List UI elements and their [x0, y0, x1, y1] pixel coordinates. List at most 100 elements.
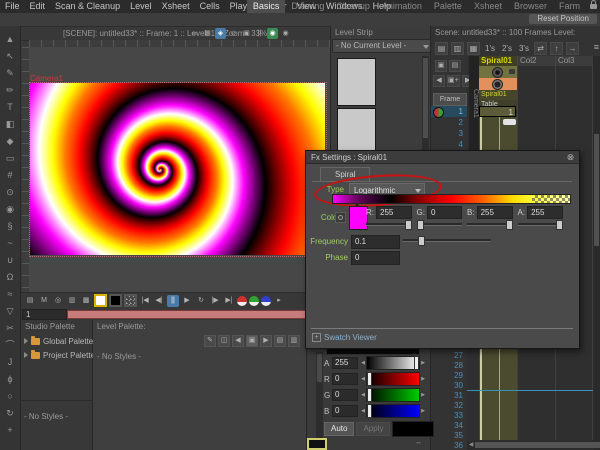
geometric-tool[interactable]: ✏ [3, 83, 18, 98]
style-arrows-icon[interactable]: ↔ [415, 439, 422, 446]
reframe-icon[interactable]: ⇄ [533, 41, 547, 55]
save-images-icon[interactable]: M [38, 295, 50, 307]
phase-field[interactable]: 0 [351, 251, 400, 265]
table-view-icon[interactable]: ▦ [202, 28, 213, 39]
level-strip-frame-2[interactable] [337, 108, 376, 156]
room-tab-cleanup[interactable]: Cleanup [330, 0, 376, 13]
menu-level[interactable]: Level [125, 0, 157, 13]
channel-more-button[interactable]: ▸ [273, 295, 285, 307]
channel-gradient-slider[interactable] [366, 356, 420, 370]
current-style-icon[interactable]: ▣ [246, 335, 258, 347]
swatch-viewer-toggle[interactable]: + Swatch Viewer [312, 333, 377, 342]
slider-handle[interactable] [367, 388, 372, 402]
tab-spiral[interactable]: Spiral [320, 167, 371, 182]
room-tab-palette[interactable]: Palette [428, 0, 468, 13]
white-background-button[interactable] [94, 294, 107, 307]
camera-view-icon[interactable]: ◇ [228, 28, 239, 39]
lock-rooms-icon[interactable] [590, 0, 597, 9]
blue-channel-button[interactable] [261, 295, 271, 306]
channel-value-field[interactable]: 0 [332, 373, 358, 385]
menu-edit[interactable]: Edit [25, 0, 51, 13]
eye-icon[interactable] [492, 67, 503, 78]
green-channel-button[interactable] [249, 295, 259, 306]
animate-tool[interactable]: ▲ [3, 32, 18, 47]
expand-arrow-icon[interactable] [24, 338, 28, 344]
export-level-icon[interactable]: ↑ [549, 41, 563, 55]
style-picker-tool[interactable]: ⊙ [3, 185, 18, 200]
room-tab-xsheet[interactable]: Xsheet [468, 0, 508, 13]
next-frame-button[interactable]: |▶ [209, 295, 221, 307]
preview-icon[interactable]: ◉ [267, 28, 278, 39]
frame-number-3[interactable]: 3 [431, 128, 467, 139]
fx-channel-slider[interactable] [366, 219, 412, 230]
apply-button[interactable]: Apply [356, 422, 391, 436]
menu-xsheet[interactable]: Xsheet [157, 0, 195, 13]
fx-channel-value-field[interactable]: 0 [426, 206, 462, 219]
fx-channel-slider[interactable] [416, 219, 462, 230]
column-lock-icon[interactable] [509, 69, 515, 74]
cutter-tool[interactable]: ✂ [3, 321, 18, 336]
pause-icon[interactable]: || [254, 28, 265, 39]
sub-camera-preview-icon[interactable]: ◉ [280, 28, 291, 39]
selected-style-swatch[interactable] [307, 438, 327, 450]
fx-channel-value-field[interactable]: 255 [527, 206, 563, 219]
slider-handle[interactable] [416, 220, 424, 230]
pinch-tool[interactable]: ~ [3, 236, 18, 251]
expand-arrow-icon[interactable] [24, 352, 28, 358]
iron-tool[interactable]: ▽ [3, 304, 18, 319]
render-eye-icon[interactable] [492, 79, 503, 90]
frame-header-dropdown[interactable]: Frame [433, 93, 467, 106]
checkered-background-button[interactable] [124, 294, 137, 307]
room-tab-farm[interactable]: Farm [553, 0, 586, 13]
selection-tool[interactable]: ↖ [3, 49, 18, 64]
increment-icon[interactable]: ▶ [420, 376, 426, 382]
room-tab-drawing[interactable]: Drawing [285, 0, 330, 13]
fx-channel-slider[interactable] [467, 219, 513, 230]
frame-number-1[interactable]: 1 [431, 106, 467, 118]
column-header-col3[interactable]: Col3 [555, 56, 593, 66]
slider-handle[interactable] [367, 372, 372, 386]
fx-gradient-bar[interactable] [332, 194, 571, 204]
3d-view-icon[interactable]: ◈ [215, 28, 226, 39]
type-tool[interactable]: T [3, 100, 18, 115]
column-level-name[interactable]: Spiral01 [479, 90, 517, 100]
compare-icon[interactable]: ▥ [66, 295, 78, 307]
snapshot-icon[interactable]: ◎ [52, 295, 64, 307]
xsheet-vertical-scrollbar[interactable] [593, 56, 600, 450]
pump-tool[interactable]: ∪ [3, 253, 18, 268]
eraser-tool[interactable]: ▭ [3, 151, 18, 166]
style-editor-scrollbar[interactable] [316, 352, 323, 448]
slider-handle[interactable] [505, 220, 513, 230]
xsheet-horizontal-scrollbar[interactable]: ◀ ▶ [467, 441, 600, 449]
step-2's[interactable]: 2's [500, 44, 514, 53]
column-header-spiral01[interactable]: Spiral01 [479, 56, 517, 66]
hook-tool[interactable]: J [3, 355, 18, 370]
column-render-toggle-row[interactable] [479, 78, 517, 90]
fx-dialog-title[interactable]: Fx Settings : Spiral01 [306, 151, 579, 164]
output-settings-icon[interactable]: ▣ [435, 60, 447, 72]
slider-handle[interactable] [414, 356, 419, 370]
scroll-left-icon[interactable]: ◀ [467, 441, 475, 449]
rgb-picker-tool[interactable]: ◉ [3, 202, 18, 217]
viewer-ruler-vertical[interactable] [22, 47, 29, 293]
histogram-icon[interactable]: ▤ [24, 295, 36, 307]
first-frame-button[interactable]: |◀ [139, 295, 151, 307]
close-icon[interactable]: ⊗ [565, 152, 576, 163]
channel-value-field[interactable]: 255 [332, 357, 358, 369]
menu-cells[interactable]: Cells [195, 0, 225, 13]
new-vector-level-icon[interactable]: ▦ [467, 41, 480, 55]
level-strip-dropdown[interactable]: - No Current Level - [332, 39, 433, 53]
rotate-tool[interactable]: ↻ [3, 406, 18, 421]
slider-handle[interactable] [367, 404, 372, 418]
previous-frame-button[interactable]: ◀| [153, 295, 165, 307]
selected-cell[interactable]: 1 [479, 106, 516, 117]
next-style-icon[interactable]: ▶ [260, 335, 272, 347]
hand-tool[interactable]: + [3, 423, 18, 438]
menu-scan-cleanup[interactable]: Scan & Cleanup [50, 0, 125, 13]
palette-gizmo-icon[interactable]: ▤ [274, 335, 286, 347]
new-raster-level-icon[interactable]: ▥ [451, 41, 464, 55]
pause-button[interactable]: || [167, 294, 179, 307]
level-strip-frame-1[interactable] [337, 58, 376, 106]
play-button[interactable]: ▶ [181, 295, 193, 307]
xsheet-menu-icon[interactable]: ≡ [594, 42, 599, 52]
